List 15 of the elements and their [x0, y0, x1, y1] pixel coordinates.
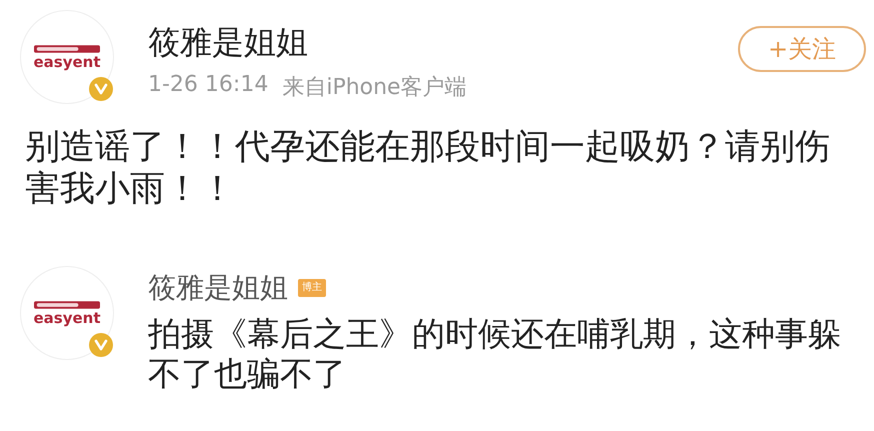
comment-author[interactable]: 筱雅是姐姐 — [148, 270, 288, 306]
post-source: 来自iPhone客户端 — [282, 74, 467, 102]
avatar[interactable]: easyent — [20, 10, 114, 104]
verified-icon — [89, 77, 113, 101]
avatar[interactable]: easyent — [20, 266, 114, 360]
author-badge: 博主 — [298, 279, 326, 297]
author-name[interactable]: 筱雅是姐姐 — [148, 22, 467, 62]
post-time: 1-26 16:14 — [148, 72, 268, 99]
comment-text: 拍摄《幕后之王》的时候还在哺乳期，这种事躲不了也骗不了 — [148, 314, 842, 394]
logo-bar-icon — [34, 300, 100, 308]
post-text: 别造谣了！！代孕还能在那段时间一起吸奶？请别伤害我小雨！！ — [25, 126, 831, 210]
verified-icon — [89, 333, 113, 357]
avatar-logo: easyent — [33, 310, 101, 326]
logo-bar-icon — [34, 44, 100, 52]
avatar-logo: easyent — [33, 54, 101, 70]
